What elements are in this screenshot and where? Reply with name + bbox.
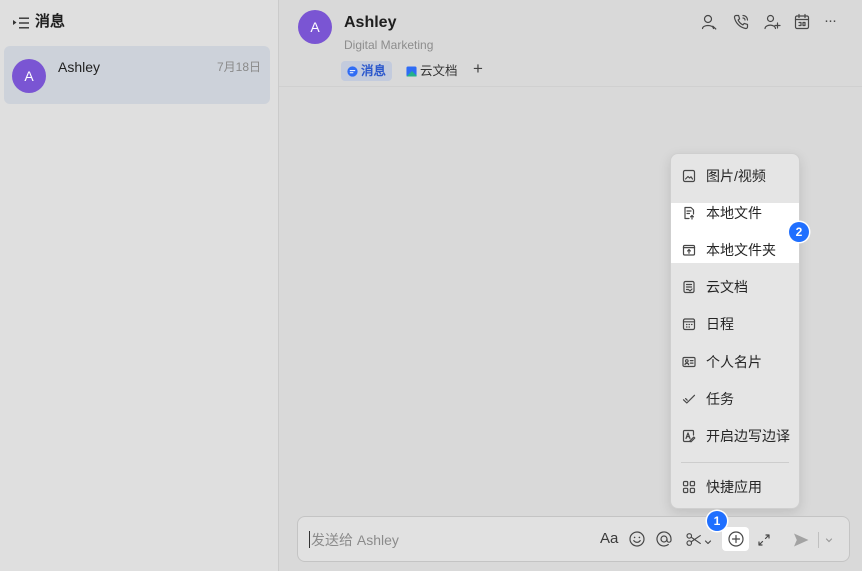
send-icon[interactable] <box>792 531 810 549</box>
chat-list-item[interactable]: A Ashley 7月18日 <box>4 46 270 104</box>
menu-item-label: 图片/视频 <box>706 167 766 184</box>
cloud-doc-icon <box>683 281 695 294</box>
menu-item-label: 开启边写边译 <box>706 427 790 444</box>
schedule-icon <box>682 318 696 331</box>
menu-item-quick-apps[interactable]: 快捷应用 <box>671 469 799 506</box>
sidebar: 消息 A Ashley 7月18日 <box>0 0 279 571</box>
menu-item-label: 个人名片 <box>706 353 762 370</box>
add-tab-button[interactable]: + <box>473 59 483 79</box>
call-icon[interactable] <box>732 13 750 31</box>
chevron-down-icon[interactable] <box>704 538 712 546</box>
plus-circle-icon <box>727 531 744 547</box>
chat-bubble-icon <box>347 65 358 77</box>
upload-folder-icon <box>682 244 696 256</box>
step-badge-1: 1 <box>707 511 727 531</box>
menu-item-schedule[interactable]: 日程 <box>671 306 799 343</box>
chat-title[interactable]: Ashley <box>344 13 396 33</box>
tab-label: 消息 <box>361 64 387 78</box>
menu-item-label: 任务 <box>706 390 734 407</box>
doc-icon <box>406 65 417 77</box>
tab-messages[interactable]: 消息 <box>341 61 393 81</box>
contact-card-icon <box>682 356 696 367</box>
expand-icon[interactable] <box>757 533 771 547</box>
menu-item-label: 本地文件 <box>706 204 762 221</box>
upload-file-icon <box>684 206 695 220</box>
tab-label: 云文档 <box>420 64 458 78</box>
attach-menu: 图片/视频 本地文件 本地文件夹 云文档 日程 个人名片 任务 开启边写边译 快… <box>670 153 800 509</box>
calendar-icon[interactable] <box>793 13 811 31</box>
more-options-button[interactable]: ··· <box>824 12 848 30</box>
menu-item-label: 日程 <box>706 316 734 333</box>
message-composer: Aa <box>297 516 850 562</box>
menu-item-label: 快捷应用 <box>706 479 762 496</box>
mention-icon[interactable] <box>655 530 673 548</box>
translate-icon <box>682 429 696 443</box>
menu-item-label: 云文档 <box>706 279 748 296</box>
screenshot-icon[interactable] <box>685 531 702 548</box>
chat-date: 7月18日 <box>216 60 261 74</box>
collapse-list-icon[interactable] <box>12 16 30 30</box>
menu-item-image-video[interactable]: 图片/视频 <box>671 157 799 194</box>
avatar: A <box>12 59 46 93</box>
attach-button[interactable] <box>722 527 749 551</box>
step-badge-2: 2 <box>789 222 809 242</box>
menu-item-task[interactable]: 任务 <box>671 380 799 417</box>
menu-divider <box>681 461 789 463</box>
sidebar-title: 消息 <box>35 13 66 30</box>
menu-item-local-folder[interactable]: 本地文件夹 <box>671 231 799 268</box>
apps-grid-icon <box>682 480 696 494</box>
chat-name: Ashley <box>58 59 101 75</box>
message-input[interactable] <box>311 527 581 553</box>
chat-subtitle: Digital Marketing <box>344 38 434 52</box>
menu-item-local-file[interactable]: 本地文件 <box>671 194 799 231</box>
header-divider <box>279 86 862 87</box>
send-divider <box>818 532 819 548</box>
image-icon <box>682 169 696 182</box>
menu-item-cloud-doc[interactable]: 云文档 <box>671 269 799 306</box>
task-icon <box>682 394 696 404</box>
text-caret <box>309 531 310 548</box>
chat-avatar[interactable]: A <box>298 10 332 44</box>
search-member-icon[interactable] <box>700 13 718 31</box>
add-member-icon[interactable] <box>763 13 781 31</box>
text-format-button[interactable]: Aa <box>600 529 618 549</box>
menu-item-label: 本地文件夹 <box>706 241 776 258</box>
menu-item-write-translate[interactable]: 开启边写边译 <box>671 417 799 454</box>
emoji-icon[interactable] <box>628 530 646 548</box>
chevron-down-icon[interactable] <box>825 536 833 544</box>
menu-item-contact-card[interactable]: 个人名片 <box>671 343 799 380</box>
tab-cloud-docs[interactable]: 云文档 <box>404 61 460 81</box>
